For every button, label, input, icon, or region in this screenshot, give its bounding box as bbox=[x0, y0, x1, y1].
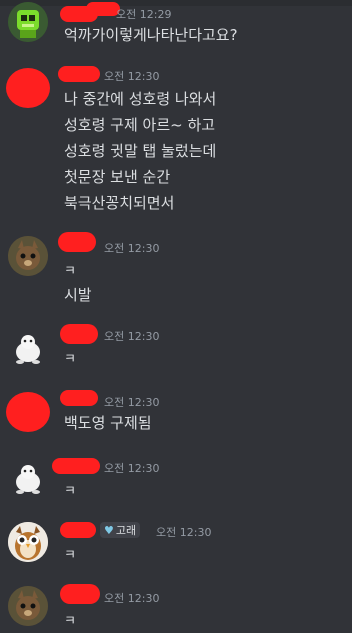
message-text: ㅋ bbox=[64, 352, 76, 367]
message-timestamp: 오전 12:30 bbox=[104, 242, 160, 255]
message-text: 시발 bbox=[64, 286, 92, 304]
redacted-username[interactable] bbox=[58, 66, 100, 82]
redacted-username[interactable] bbox=[60, 324, 98, 344]
message-text: 첫문장 보낸 순간 bbox=[64, 168, 171, 186]
message-text: 북극산꽁치되면서 bbox=[64, 194, 175, 212]
squirrel-avatar[interactable] bbox=[8, 236, 48, 276]
redacted-username[interactable] bbox=[60, 584, 100, 604]
message-timestamp: 오전 12:30 bbox=[104, 462, 160, 475]
white-creature-avatar[interactable] bbox=[8, 458, 48, 498]
role-badge[interactable]: ♥ 고래 bbox=[100, 522, 141, 538]
top-partial-bar bbox=[0, 0, 352, 6]
message-text: ㅋ bbox=[64, 614, 76, 629]
message-text: 백도영 구제됨 bbox=[64, 414, 152, 432]
message-text: 성호령 귓말 탭 눌렀는데 bbox=[64, 142, 217, 160]
message-timestamp: 오전 12:30 bbox=[156, 526, 212, 539]
green-robot-avatar[interactable] bbox=[8, 2, 48, 42]
message-text: ㅋ bbox=[64, 548, 76, 563]
message-text: 나 중간에 성호령 나와서 bbox=[64, 90, 217, 108]
redacted-username[interactable] bbox=[60, 522, 96, 538]
message-timestamp: 오전 12:30 bbox=[104, 330, 160, 343]
message-text: 성호령 구제 아르~ 하고 bbox=[64, 116, 216, 134]
redacted-username[interactable] bbox=[58, 232, 96, 252]
white-creature-avatar[interactable] bbox=[8, 328, 48, 368]
redacted-username[interactable] bbox=[60, 6, 98, 22]
message-timestamp: 오전 12:30 bbox=[104, 70, 160, 83]
message-timestamp: 오전 12:30 bbox=[104, 396, 160, 409]
redacted-username[interactable] bbox=[52, 458, 100, 474]
role-badge-label: 고래 bbox=[115, 524, 137, 537]
redacted-username[interactable] bbox=[60, 390, 98, 406]
message-timestamp: 오전 12:30 bbox=[104, 592, 160, 605]
owl-avatar[interactable] bbox=[8, 522, 48, 562]
message-timestamp: 오전 12:29 bbox=[116, 8, 172, 21]
message-text: ㅋ bbox=[64, 264, 76, 279]
redacted-avatar[interactable] bbox=[6, 68, 50, 108]
message-text: 억까가이렇게나타난다고요? bbox=[64, 26, 238, 44]
message-text: ㅋ bbox=[64, 484, 76, 499]
redacted-avatar[interactable] bbox=[6, 392, 50, 432]
squirrel-avatar[interactable] bbox=[8, 586, 48, 626]
heart-icon: ♥ bbox=[104, 523, 114, 537]
